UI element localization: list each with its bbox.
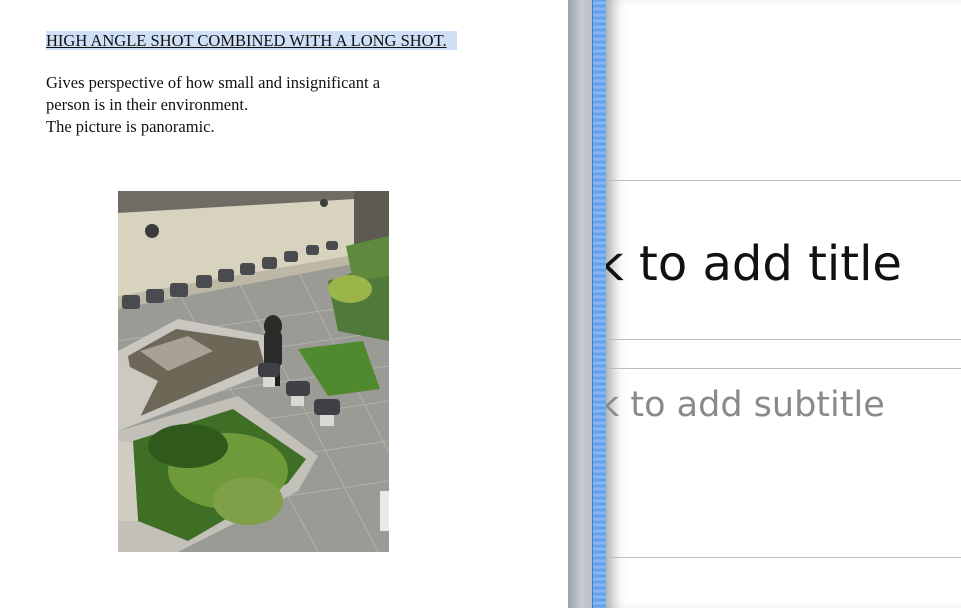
document-body-line: person is in their environment.: [46, 95, 249, 114]
subtitle-placeholder[interactable]: k to add subtitle: [606, 383, 885, 427]
placeholder-border: [606, 339, 961, 340]
document-page[interactable]: HIGH ANGLE SHOT COMBINED WITH A LONG SHO…: [0, 0, 568, 608]
document-body[interactable]: Gives perspective of how small and insig…: [46, 72, 466, 138]
document-body-line: The picture is panoramic.: [46, 117, 215, 136]
document-body-line: Gives perspective of how small and insig…: [46, 73, 381, 92]
placeholder-border: [606, 180, 961, 181]
title-placeholder[interactable]: k to add title: [606, 234, 902, 294]
placeholder-border: [606, 557, 961, 558]
placeholder-border: [606, 368, 961, 369]
garden-photo[interactable]: [118, 191, 389, 552]
document-heading-selected[interactable]: HIGH ANGLE SHOT COMBINED WITH A LONG SHO…: [46, 31, 457, 50]
slide-canvas[interactable]: k to add title k to add subtitle: [606, 0, 961, 608]
